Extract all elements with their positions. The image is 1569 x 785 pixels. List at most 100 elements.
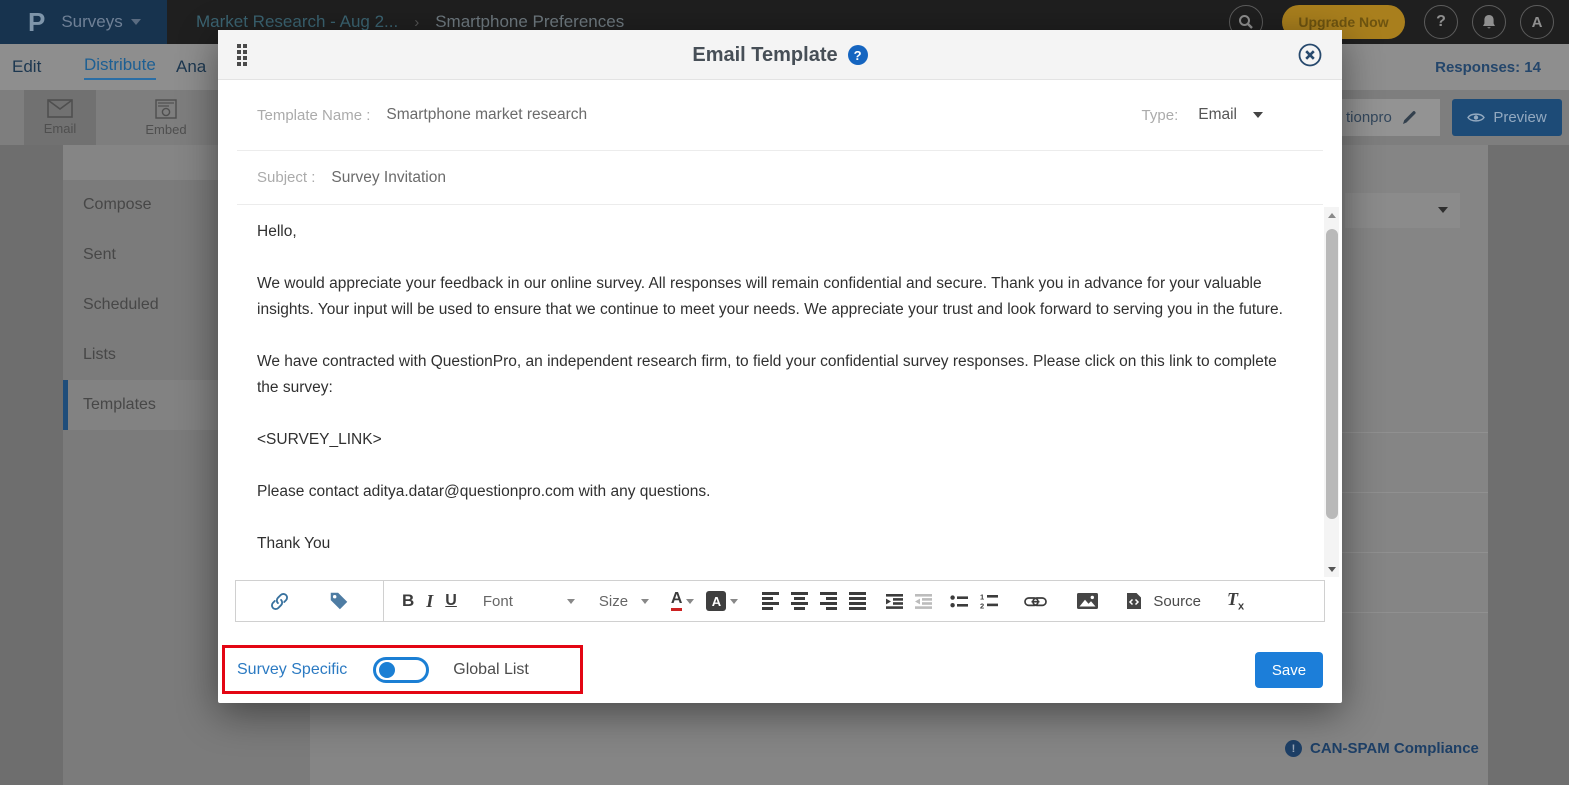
hyperlink-icon bbox=[1024, 595, 1047, 608]
numbered-list-button[interactable]: 12 bbox=[974, 586, 1004, 616]
global-list-label[interactable]: Global List bbox=[453, 661, 529, 679]
source-code-icon bbox=[1126, 592, 1142, 610]
insert-link-button[interactable] bbox=[1018, 586, 1053, 616]
align-center-icon bbox=[791, 592, 808, 610]
tab-distribute[interactable]: Distribute bbox=[84, 44, 156, 90]
text-color-icon: A bbox=[671, 591, 683, 611]
body-paragraph: Please contact aditya.datar@questionpro.… bbox=[257, 479, 1287, 505]
save-button[interactable]: Save bbox=[1255, 652, 1323, 688]
justify-icon bbox=[849, 592, 866, 610]
body-paragraph: We have contracted with QuestionPro, an … bbox=[257, 349, 1287, 401]
insert-image-button[interactable] bbox=[1071, 586, 1104, 616]
template-help-icon[interactable]: ? bbox=[848, 45, 868, 65]
align-right-icon bbox=[820, 592, 837, 610]
insert-group bbox=[236, 581, 384, 621]
canspam-compliance-link[interactable]: ! CAN-SPAM Compliance bbox=[1285, 740, 1479, 757]
size-dropdown[interactable]: Size bbox=[593, 586, 655, 616]
chevron-down-icon bbox=[1438, 207, 1448, 213]
list-scope-toggle[interactable] bbox=[373, 657, 429, 683]
tab-analytics[interactable]: Ana bbox=[176, 44, 206, 90]
logo-box: P Surveys bbox=[0, 0, 167, 44]
page-left-margin bbox=[0, 145, 63, 785]
close-icon bbox=[1298, 43, 1322, 67]
account-avatar[interactable]: A bbox=[1520, 5, 1554, 39]
remove-format-icon: Tx bbox=[1227, 589, 1244, 613]
template-name-input[interactable]: Smartphone market research bbox=[386, 106, 587, 124]
body-paragraph: Thank You bbox=[257, 531, 1287, 557]
source-label: Source bbox=[1153, 593, 1201, 610]
body-paragraph: <SURVEY_LINK> bbox=[257, 427, 1287, 453]
breadcrumb-page: Smartphone Preferences bbox=[435, 12, 624, 32]
chevron-down-icon bbox=[131, 19, 141, 25]
share-embed-button[interactable]: Embed bbox=[130, 90, 202, 145]
increase-indent-button[interactable] bbox=[880, 586, 909, 616]
survey-url-field[interactable]: tionpro bbox=[1340, 99, 1440, 136]
decrease-indent-button[interactable] bbox=[909, 586, 938, 616]
questionpro-logo[interactable]: P bbox=[28, 7, 45, 38]
notifications-button[interactable] bbox=[1472, 5, 1506, 39]
modal-title: Email Template bbox=[692, 44, 837, 67]
subject-label: Subject : bbox=[257, 169, 315, 186]
survey-url-text: tionpro bbox=[1346, 109, 1392, 126]
breadcrumb-separator: › bbox=[414, 14, 419, 31]
align-right-button[interactable] bbox=[814, 586, 843, 616]
preview-button[interactable]: Preview bbox=[1452, 99, 1562, 136]
scroll-down-arrow[interactable] bbox=[1324, 561, 1339, 577]
page-right-margin bbox=[1488, 145, 1569, 785]
avatar-initial: A bbox=[1532, 14, 1543, 31]
survey-specific-label[interactable]: Survey Specific bbox=[237, 661, 347, 679]
remove-format-button[interactable]: Tx bbox=[1221, 586, 1250, 616]
subject-row: Subject : Survey Invitation bbox=[237, 151, 1323, 205]
increase-indent-icon bbox=[886, 594, 903, 609]
breadcrumb-survey-link[interactable]: Market Research - Aug 2... bbox=[196, 12, 398, 32]
surveys-menu[interactable]: Surveys bbox=[61, 12, 140, 32]
richtext-toolbar: B I U Font Size A A 12 Source bbox=[235, 580, 1325, 622]
email-body-editor[interactable]: Hello, We would appreciate your feedback… bbox=[218, 205, 1342, 580]
edit-pencil-icon[interactable] bbox=[1402, 110, 1417, 125]
surveys-menu-label: Surveys bbox=[61, 12, 122, 32]
share-email-label: Email bbox=[44, 121, 77, 136]
justify-button[interactable] bbox=[843, 586, 872, 616]
template-name-label: Template Name : bbox=[257, 107, 370, 124]
background-color-button[interactable]: A bbox=[700, 586, 744, 616]
body-paragraph: Hello, bbox=[257, 219, 1287, 245]
modal-close-button[interactable] bbox=[1298, 43, 1322, 67]
search-icon bbox=[1238, 14, 1254, 30]
align-center-button[interactable] bbox=[785, 586, 814, 616]
share-email-button[interactable]: Email bbox=[24, 90, 96, 145]
preview-label: Preview bbox=[1493, 109, 1546, 126]
bold-button[interactable]: B bbox=[396, 586, 420, 616]
italic-button[interactable]: I bbox=[420, 586, 439, 616]
background-dropdown[interactable] bbox=[1345, 193, 1460, 228]
highlighted-toggle-region: Survey Specific Global List bbox=[222, 645, 583, 694]
insert-survey-link-button[interactable] bbox=[263, 586, 296, 616]
align-left-button[interactable] bbox=[756, 586, 785, 616]
body-scrollbar[interactable] bbox=[1324, 207, 1339, 577]
chevron-down-icon bbox=[1253, 112, 1263, 118]
embed-icon bbox=[155, 99, 177, 119]
merge-tag-button[interactable] bbox=[322, 586, 356, 616]
help-button[interactable]: ? bbox=[1424, 5, 1458, 39]
type-select[interactable]: Type: Email bbox=[1142, 106, 1263, 124]
scrollbar-thumb[interactable] bbox=[1326, 229, 1338, 519]
bullet-list-button[interactable] bbox=[944, 586, 974, 616]
share-embed-label: Embed bbox=[145, 122, 186, 137]
align-left-icon bbox=[762, 592, 779, 610]
modal-footer: Survey Specific Global List Save bbox=[218, 622, 1342, 703]
type-label: Type: bbox=[1142, 107, 1179, 124]
text-color-button[interactable]: A bbox=[665, 586, 701, 616]
source-button[interactable]: Source bbox=[1120, 586, 1207, 616]
canspam-label: CAN-SPAM Compliance bbox=[1310, 740, 1479, 757]
tab-edit[interactable]: Edit bbox=[12, 44, 41, 90]
numbered-list-icon: 12 bbox=[980, 593, 998, 609]
font-dropdown[interactable]: Font bbox=[477, 586, 581, 616]
scroll-up-arrow[interactable] bbox=[1324, 207, 1339, 223]
toggle-knob bbox=[379, 662, 395, 678]
bullet-list-icon bbox=[950, 594, 968, 609]
underline-button[interactable]: U bbox=[439, 586, 463, 616]
template-name-row: Template Name : Smartphone market resear… bbox=[237, 80, 1323, 151]
decrease-indent-icon bbox=[915, 594, 932, 609]
modal-header: Email Template ? bbox=[218, 30, 1342, 80]
svg-text:1: 1 bbox=[980, 593, 984, 602]
subject-input[interactable]: Survey Invitation bbox=[331, 169, 446, 187]
